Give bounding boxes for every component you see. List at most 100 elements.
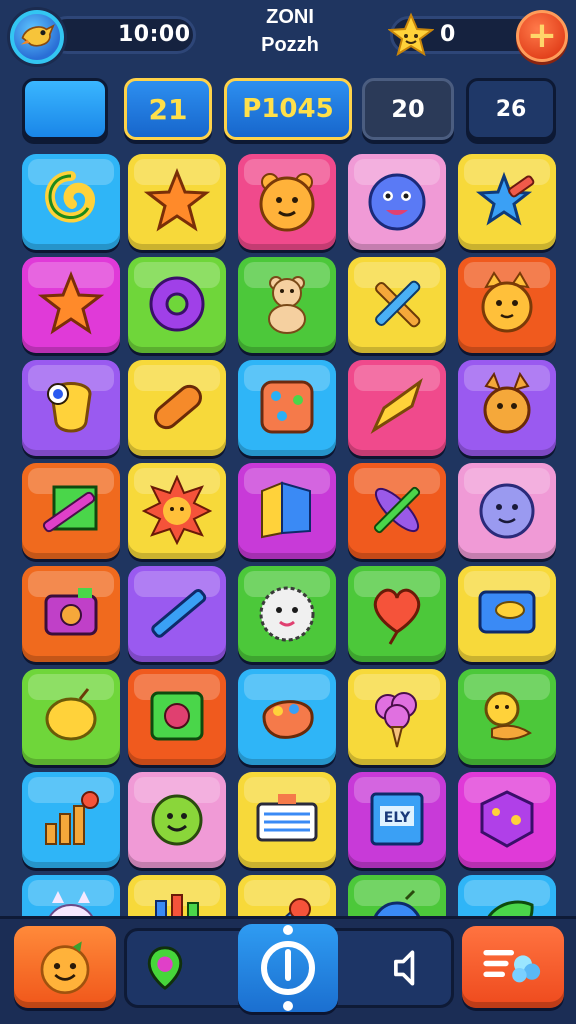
stat-box-blank[interactable] [22,78,108,140]
grid-tile[interactable] [238,257,336,353]
puzzle-grid: ELY [0,150,576,918]
bird-icon [20,24,55,47]
fluffy-monster-icon [259,586,315,642]
grid-tile[interactable] [458,257,556,353]
camera-icon [44,588,98,636]
map-pin-icon[interactable] [141,944,189,992]
folded-map-icon [261,481,311,539]
sound-icon[interactable] [383,945,429,991]
plus-icon: + [526,15,558,56]
crossed-leaf-icon [373,486,421,534]
donut-icon [149,276,205,332]
stat-box-points[interactable]: P1045 [224,78,352,140]
grid-tile[interactable] [238,463,336,559]
grid-tile[interactable] [238,360,336,456]
grid-tile[interactable] [348,875,446,918]
pencil-icon [151,588,207,638]
pencil-tip-icon [370,378,423,434]
avatar[interactable] [10,10,64,64]
frame-button-icon [150,691,204,741]
stat-box-level[interactable]: 21 [124,78,212,140]
grid-tile[interactable] [128,154,226,250]
grid-tile[interactable] [458,669,556,765]
grid-tile[interactable] [128,566,226,662]
star-pencil-icon [475,171,535,226]
grid-tile[interactable] [238,669,336,765]
grid-tile[interactable] [128,772,226,868]
snake-bear-icon [484,691,532,741]
ghost-cat-icon [47,891,95,918]
photo-bird-icon [478,590,536,634]
grid-tile[interactable] [22,463,120,559]
leaf-face-icon [486,900,534,918]
star-icon [388,12,434,57]
grid-tile[interactable]: ELY [348,772,446,868]
teddy-bear-icon [268,276,306,334]
blue-ball-icon [373,889,421,918]
fox-face-icon [483,372,531,434]
grid-tile[interactable] [348,257,446,353]
stat-box-target[interactable]: 26 [466,78,556,140]
grid-tile[interactable] [128,360,226,456]
cotton-candy-icon [375,692,417,748]
grid-tile[interactable] [128,463,226,559]
grid-tile[interactable] [458,772,556,868]
page-title: ZONI [266,6,314,28]
character-button[interactable] [14,926,116,1008]
grid-tile[interactable] [128,257,226,353]
grid-tile[interactable] [238,566,336,662]
grid-tile[interactable] [348,669,446,765]
top-bar: 10:00 ZONI Pozzh 0 + [0,0,576,72]
grid-tile[interactable] [458,360,556,456]
smiley-icon [40,941,90,995]
grid-tile[interactable] [348,566,446,662]
grid-tile[interactable] [22,566,120,662]
swirl-icon [45,171,96,223]
grid-tile[interactable] [22,669,120,765]
cube-icon [480,790,534,848]
crayons-icon [155,894,199,918]
grid-tile[interactable] [458,463,556,559]
grid-tile[interactable] [348,360,446,456]
svg-text:ELY: ELY [384,810,411,826]
grid-tile[interactable] [22,875,120,918]
grid-tile[interactable] [22,154,120,250]
stat-box-moves[interactable]: 20 [362,78,454,140]
grid-tile[interactable] [458,566,556,662]
blue-monster-icon [368,173,426,231]
grid-tile[interactable] [238,154,336,250]
crossed-pencils-icon [375,280,421,328]
star-icon [143,167,211,232]
grid-tile[interactable] [128,875,226,918]
pill-icon [154,384,202,430]
menu-bubbles-icon [483,950,541,983]
sun-face-icon [142,475,212,545]
cat-face-icon [481,271,533,333]
cloud-face-icon [479,483,535,539]
coin-count: 0 [440,22,456,47]
power-icon [261,925,315,1011]
grid-tile[interactable] [348,463,446,559]
shuttlecock-icon [282,898,311,918]
smiley-blob-icon [151,794,203,846]
cyclops-icon [47,382,92,433]
dice-face-icon [260,380,314,434]
grid-tile[interactable] [22,360,120,456]
add-coins-button[interactable]: + [516,10,568,62]
paint-palette-icon [262,700,314,739]
grid-tile[interactable] [22,772,120,868]
grid-tile[interactable] [458,154,556,250]
keyboard-icon [256,794,318,842]
grid-tile[interactable] [458,875,556,918]
grid-tile[interactable] [22,257,120,353]
page-subtitle: Pozzh [261,34,319,56]
power-button[interactable] [238,924,338,1012]
grid-tile[interactable] [348,154,446,250]
book-icon: ELY [370,792,424,846]
grid-tile[interactable] [238,875,336,918]
grid-tile[interactable] [238,772,336,868]
menu-button[interactable] [462,926,564,1008]
star-icon [37,270,105,335]
bear-face-icon [259,173,315,232]
grid-tile[interactable] [128,669,226,765]
